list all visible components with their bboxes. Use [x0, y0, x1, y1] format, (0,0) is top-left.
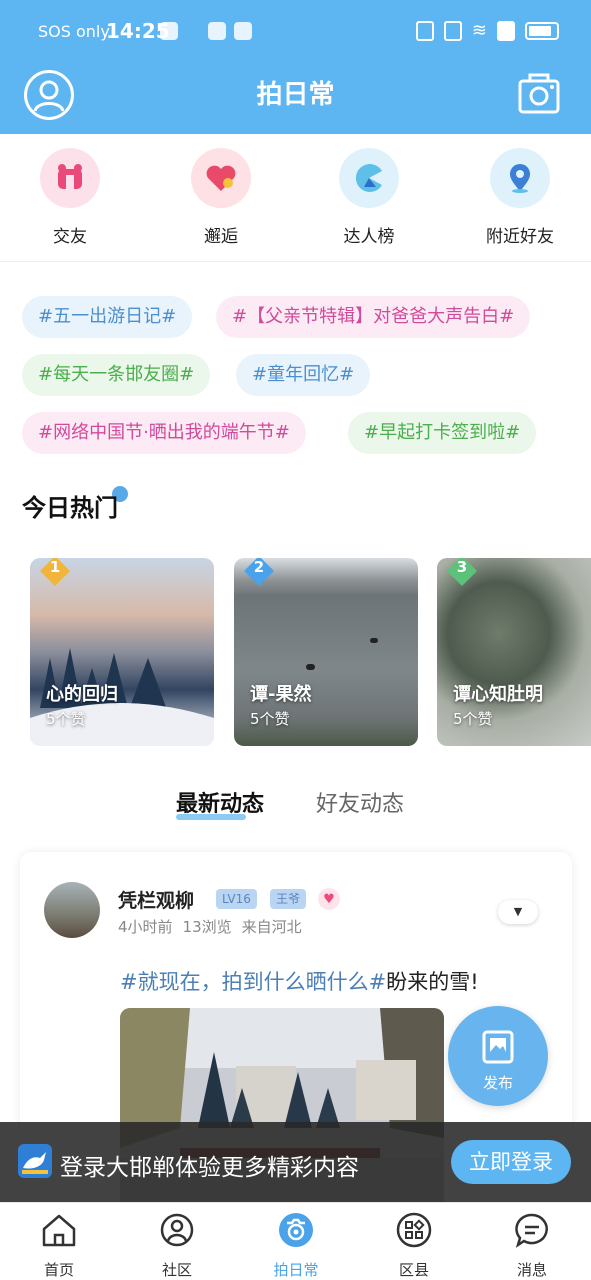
app-logo-icon	[18, 1144, 52, 1178]
login-banner: 登录大邯郸体验更多精彩内容 立即登录	[0, 1122, 591, 1202]
topic-tag[interactable]: #网络中国节·晒出我的端午节#	[22, 412, 306, 454]
hot-card-title: 谭-果然	[250, 684, 312, 705]
quick-entry-label: 交友	[53, 227, 87, 247]
quick-entry-label: 附近好友	[486, 227, 554, 247]
duck-mark	[306, 664, 315, 670]
author-avatar[interactable]	[44, 882, 100, 938]
nav-label: 拍日常	[273, 1261, 319, 1279]
hot-card[interactable]: 3 谭心知肚明 5个赞	[437, 558, 591, 746]
author-name[interactable]: 凭栏观柳	[118, 886, 194, 913]
nav-label: 消息	[516, 1261, 547, 1279]
page-title: 拍日常	[256, 80, 335, 110]
quick-entries: 交友 邂逅 达人榜 附近好友	[0, 134, 591, 262]
post-time: 4小时前	[118, 918, 173, 936]
image-icon	[482, 1030, 514, 1064]
top-bar: SOS only 14:25 ≋ 拍日常	[0, 0, 591, 134]
nfc-icon	[415, 20, 434, 41]
post-content: #就现在，拍到什么晒什么#盼来的雪!	[120, 966, 479, 996]
pacman-icon	[339, 148, 399, 208]
rank-badge: 3	[445, 558, 479, 588]
login-button[interactable]: 立即登录	[451, 1140, 571, 1184]
camera-daily-icon	[279, 1213, 313, 1247]
topic-tag[interactable]: #五一出游日记#	[22, 296, 193, 338]
feed-tabs: 最新动态 好友动态	[0, 786, 591, 826]
battery-icon	[525, 21, 559, 40]
app-notification-icon	[208, 22, 226, 40]
post-text: 盼来的雪!	[386, 970, 479, 994]
duck-mark	[370, 638, 378, 643]
shield-icon	[160, 22, 178, 40]
post-views: 13浏览	[182, 918, 232, 936]
hot-card-likes: 5个赞	[250, 710, 290, 728]
rank-number: 2	[253, 558, 265, 576]
publish-button[interactable]: 发布	[448, 1006, 548, 1106]
section-title-hot: 今日热门	[22, 494, 118, 522]
quick-entry-leaderboard[interactable]: 达人榜	[309, 148, 429, 247]
hot-card[interactable]: 2 谭-果然 5个赞	[234, 558, 418, 746]
system-icons: ≋	[415, 20, 559, 41]
nav-label: 社区	[161, 1261, 192, 1279]
post-location: 来自河北	[241, 918, 302, 936]
vibrate-icon	[443, 20, 462, 41]
hot-card-likes: 5个赞	[453, 710, 493, 728]
login-prompt-text: 登录大邯郸体验更多精彩内容	[60, 1155, 359, 1181]
nav-label: 首页	[43, 1261, 74, 1279]
rank-badge: 2	[242, 558, 276, 588]
post-meta: 4小时前 13浏览 来自河北	[118, 916, 312, 937]
notification-icons	[160, 22, 252, 40]
topic-tag[interactable]: #【父亲节特辑】对爸爸大声告白#	[216, 296, 531, 338]
publish-label: 发布	[482, 1074, 513, 1092]
nav-item-home[interactable]: 首页	[19, 1211, 99, 1280]
heart-icon	[191, 148, 251, 208]
hot-card-title: 谭心知肚明	[453, 684, 543, 705]
rank-number: 3	[456, 558, 468, 576]
nav-item-community[interactable]: 社区	[137, 1211, 217, 1280]
topic-tag[interactable]: #早起打卡签到啦#	[348, 412, 537, 454]
chevron-down-icon[interactable]: ▼	[498, 900, 538, 924]
hot-card-likes: 5个赞	[46, 710, 86, 728]
nav-item-district[interactable]: 区县	[374, 1211, 454, 1280]
message-icon	[515, 1213, 548, 1248]
nav-item-messages[interactable]: 消息	[492, 1211, 572, 1280]
level-badge: LV16	[216, 889, 257, 909]
friends-icon	[40, 148, 100, 208]
topic-tag[interactable]: #每天一条邯友圈#	[22, 354, 211, 396]
district-icon	[396, 1212, 432, 1248]
community-icon	[160, 1213, 194, 1247]
wifi-icon: ≋	[471, 20, 487, 41]
nav-item-daily-photo[interactable]: 拍日常	[256, 1211, 336, 1280]
rank-number: 1	[49, 558, 61, 576]
status-bar: SOS only 14:25 ≋	[0, 0, 591, 62]
home-icon	[42, 1214, 76, 1247]
tab-friends[interactable]: 好友动态	[316, 786, 404, 818]
post-topic-link[interactable]: #就现在，拍到什么晒什么#	[120, 970, 386, 994]
heart-icon: ♥	[318, 888, 340, 910]
role-badge: 王爷	[270, 889, 307, 909]
nav-label: 区县	[398, 1261, 429, 1279]
hot-card-title: 心的回归	[46, 684, 118, 705]
quick-entry-label: 达人榜	[343, 227, 395, 247]
rank-badge: 1	[38, 558, 72, 588]
alert-icon	[497, 20, 515, 41]
quick-entry-encounter[interactable]: 邂逅	[161, 148, 281, 247]
quick-entry-friends[interactable]: 交友	[10, 148, 130, 247]
location-pin-icon	[490, 148, 550, 208]
topic-tag[interactable]: #童年回忆#	[236, 354, 371, 396]
quick-entry-nearby-friends[interactable]: 附近好友	[460, 148, 580, 247]
bell-icon	[186, 22, 200, 40]
quick-entry-label: 邂逅	[204, 227, 238, 247]
hot-card[interactable]: 1 心的回归 5个赞	[30, 558, 214, 746]
camera-icon[interactable]	[517, 72, 561, 116]
mic-icon	[234, 22, 252, 40]
bottom-nav: 首页 社区 拍日常 区县 消息	[0, 1202, 591, 1280]
tab-latest[interactable]: 最新动态	[176, 786, 264, 818]
carrier-label: SOS only	[38, 22, 110, 41]
